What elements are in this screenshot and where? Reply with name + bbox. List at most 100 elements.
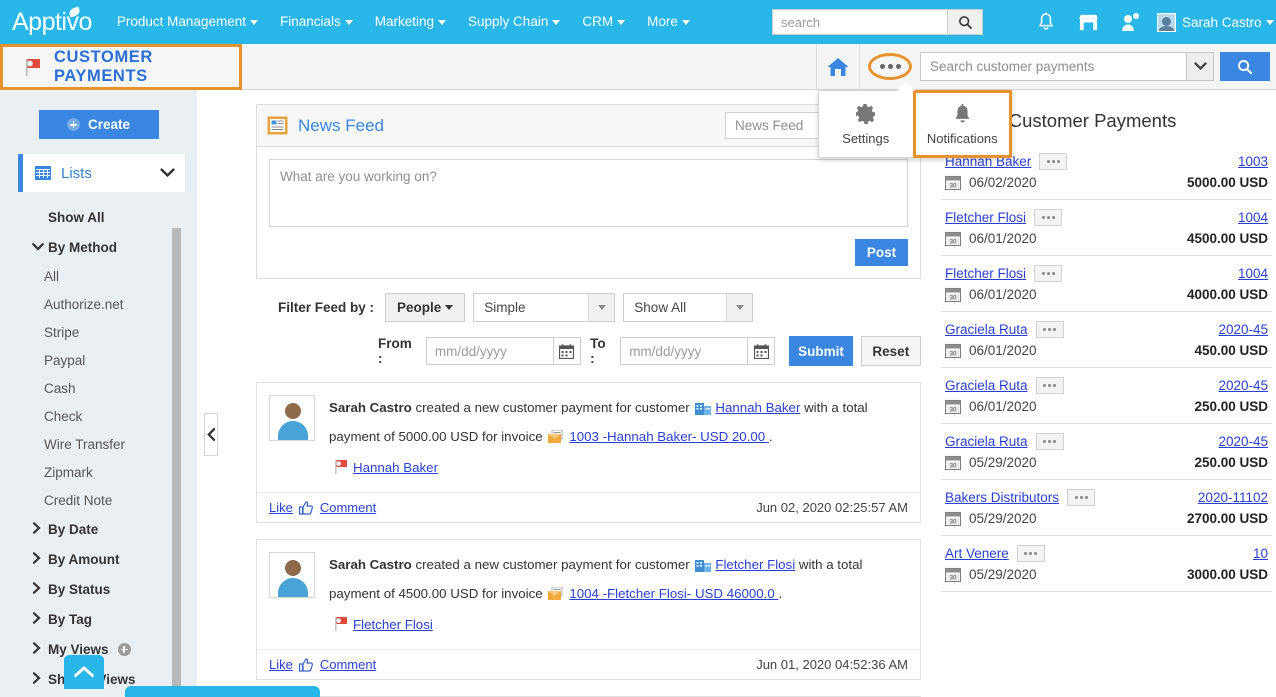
payment-row: Fletcher Flosi 1004 30 06/01/2020 4500.00 US… [941,200,1272,256]
sidebar-item-label: By Status [48,581,111,597]
chevron-down-icon [588,294,615,321]
feed-customer-link[interactable]: Hannah Baker [715,400,800,415]
popover-item-notifications[interactable]: Notifications [912,90,1012,158]
feed-composer-input[interactable] [269,159,908,227]
marketplace-button[interactable] [1067,0,1109,44]
comment-link[interactable]: Comment [320,657,376,672]
sidebar-lists-header[interactable]: Lists [18,154,185,192]
user-menu[interactable]: Sarah Castro [1157,12,1274,32]
notifications-bell-button[interactable] [1025,0,1067,44]
to-date-input[interactable] [620,337,748,365]
calendar-icon: 30 [944,231,962,247]
payment-row-menu-button[interactable] [1016,545,1045,562]
sidebar-scrollbar[interactable] [172,228,181,697]
feed-text-segment: . [768,429,773,444]
top-menu-item-more[interactable]: More [636,0,701,44]
like-link[interactable]: Like [269,657,293,672]
payment-row-menu-button[interactable] [1034,265,1063,282]
sidebar-collapse-handle[interactable] [204,413,218,456]
dot-icon [879,64,885,69]
payment-row-menu-button[interactable] [1035,321,1064,338]
bottom-status-bar[interactable] [125,686,320,697]
payment-customer-link[interactable]: Fletcher Flosi [945,266,1026,281]
global-search [772,9,983,35]
app-search-input[interactable] [920,52,1186,81]
payment-customer-link[interactable]: Art Venere [945,546,1009,561]
calendar-icon: 30 [944,175,962,191]
feed-text-segment: created a new customer payment for custo… [411,400,694,415]
add-view-icon[interactable] [117,642,131,656]
top-menu-item-supply-chain[interactable]: Supply Chain [457,0,571,44]
comment-link[interactable]: Comment [320,500,376,515]
user-add-button[interactable] [1109,0,1151,44]
customer-icon [695,555,712,581]
payment-row-menu-button[interactable] [1035,377,1064,394]
payment-number-link[interactable]: 1004 [1238,210,1268,225]
payment-customer-link[interactable]: Bakers Distributors [945,490,1059,505]
payment-row-menu-button[interactable] [1067,489,1096,506]
payment-row: Graciela Ruta 2020-45 30 05/29/2020 250.00 U… [941,424,1272,480]
payment-row-top: Graciela Ruta 2020-45 [945,321,1268,338]
feed-composer-actions: Post [269,230,908,266]
payment-number-link[interactable]: 2020-11102 [1198,490,1268,505]
top-menu-item-crm[interactable]: CRM [571,0,636,44]
feed-filter-bar: Filter Feed by : People Simple Show All … [256,279,921,366]
chevron-down-icon [1265,19,1274,25]
submit-button[interactable]: Submit [789,336,853,366]
popover-item-settings[interactable]: Settings [819,91,913,157]
filter-scope-select[interactable]: Show All [623,293,754,322]
sidebar-item-label: All [44,268,60,284]
payment-number-link[interactable]: 2020-45 [1218,322,1268,337]
apptivo-logo[interactable]: Apptivo [12,5,92,37]
from-date-input[interactable] [425,337,553,365]
feed-invoice-link[interactable]: 1004 -Fletcher Flosi- USD 46000.0 [569,586,778,601]
top-menu-item-product-management[interactable]: Product Management [106,0,269,44]
payment-row-menu-button[interactable] [1035,433,1064,450]
payment-number-link[interactable]: 2020-45 [1218,434,1268,449]
feed-text-segment: . [778,586,783,601]
reset-button[interactable]: Reset [860,336,921,366]
avatar [1157,12,1176,32]
like-link[interactable]: Like [269,500,293,515]
global-search-button[interactable] [947,9,983,35]
app-search-button[interactable] [1220,52,1270,81]
calendar-icon: 30 [944,567,962,583]
filter-people-button[interactable]: People [385,293,466,322]
feed-tag-link[interactable]: Hannah Baker [353,460,438,475]
app-search-dropdown-button[interactable] [1186,52,1214,81]
filter-type-select[interactable]: Simple [473,293,616,322]
app-title-container[interactable]: CUSTOMER PAYMENTS [0,44,242,90]
payment-number-link[interactable]: 1004 [1238,266,1268,281]
from-date-calendar-button[interactable] [552,337,582,365]
payment-number-link[interactable]: 10 [1253,546,1268,561]
feed-tag-link[interactable]: Fletcher Flosi [353,617,433,632]
sidebar-scrollbar-thumb[interactable] [172,228,181,697]
search-icon [958,15,972,29]
scroll-to-top-button[interactable] [64,655,104,689]
post-button[interactable]: Post [855,239,908,266]
global-search-input[interactable] [772,9,947,35]
top-menu-item-marketing[interactable]: Marketing [364,0,457,44]
to-date-calendar-button[interactable] [747,337,776,365]
svg-text:30: 30 [950,183,957,189]
payment-row-menu-button[interactable] [1039,153,1068,170]
calendar-icon: 30 [944,343,962,359]
top-menu-item-label: More [647,14,678,29]
payment-amount: 250.00 USD [1194,399,1268,414]
payment-number-link[interactable]: 2020-45 [1218,378,1268,393]
feed-invoice-link[interactable]: 1003 -Hannah Baker- USD 20.00 [569,429,769,444]
payment-row-menu-button[interactable] [1034,209,1063,226]
page-title: CUSTOMER PAYMENTS [54,48,153,85]
payment-number-link[interactable]: 1003 [1238,154,1268,169]
payment-customer-link[interactable]: Graciela Ruta [945,378,1028,393]
payment-customer-link[interactable]: Graciela Ruta [945,434,1028,449]
thumbs-up-icon [298,500,313,515]
top-menu-item-financials[interactable]: Financials [269,0,364,44]
payment-customer-link[interactable]: Graciela Ruta [945,322,1028,337]
payment-amount: 3000.00 USD [1186,567,1268,582]
home-button[interactable] [816,44,860,89]
create-button[interactable]: Create [38,110,159,139]
feed-customer-link[interactable]: Fletcher Flosi [715,557,795,572]
payment-row-top: Graciela Ruta 2020-45 [945,433,1268,450]
payment-customer-link[interactable]: Fletcher Flosi [945,210,1026,225]
